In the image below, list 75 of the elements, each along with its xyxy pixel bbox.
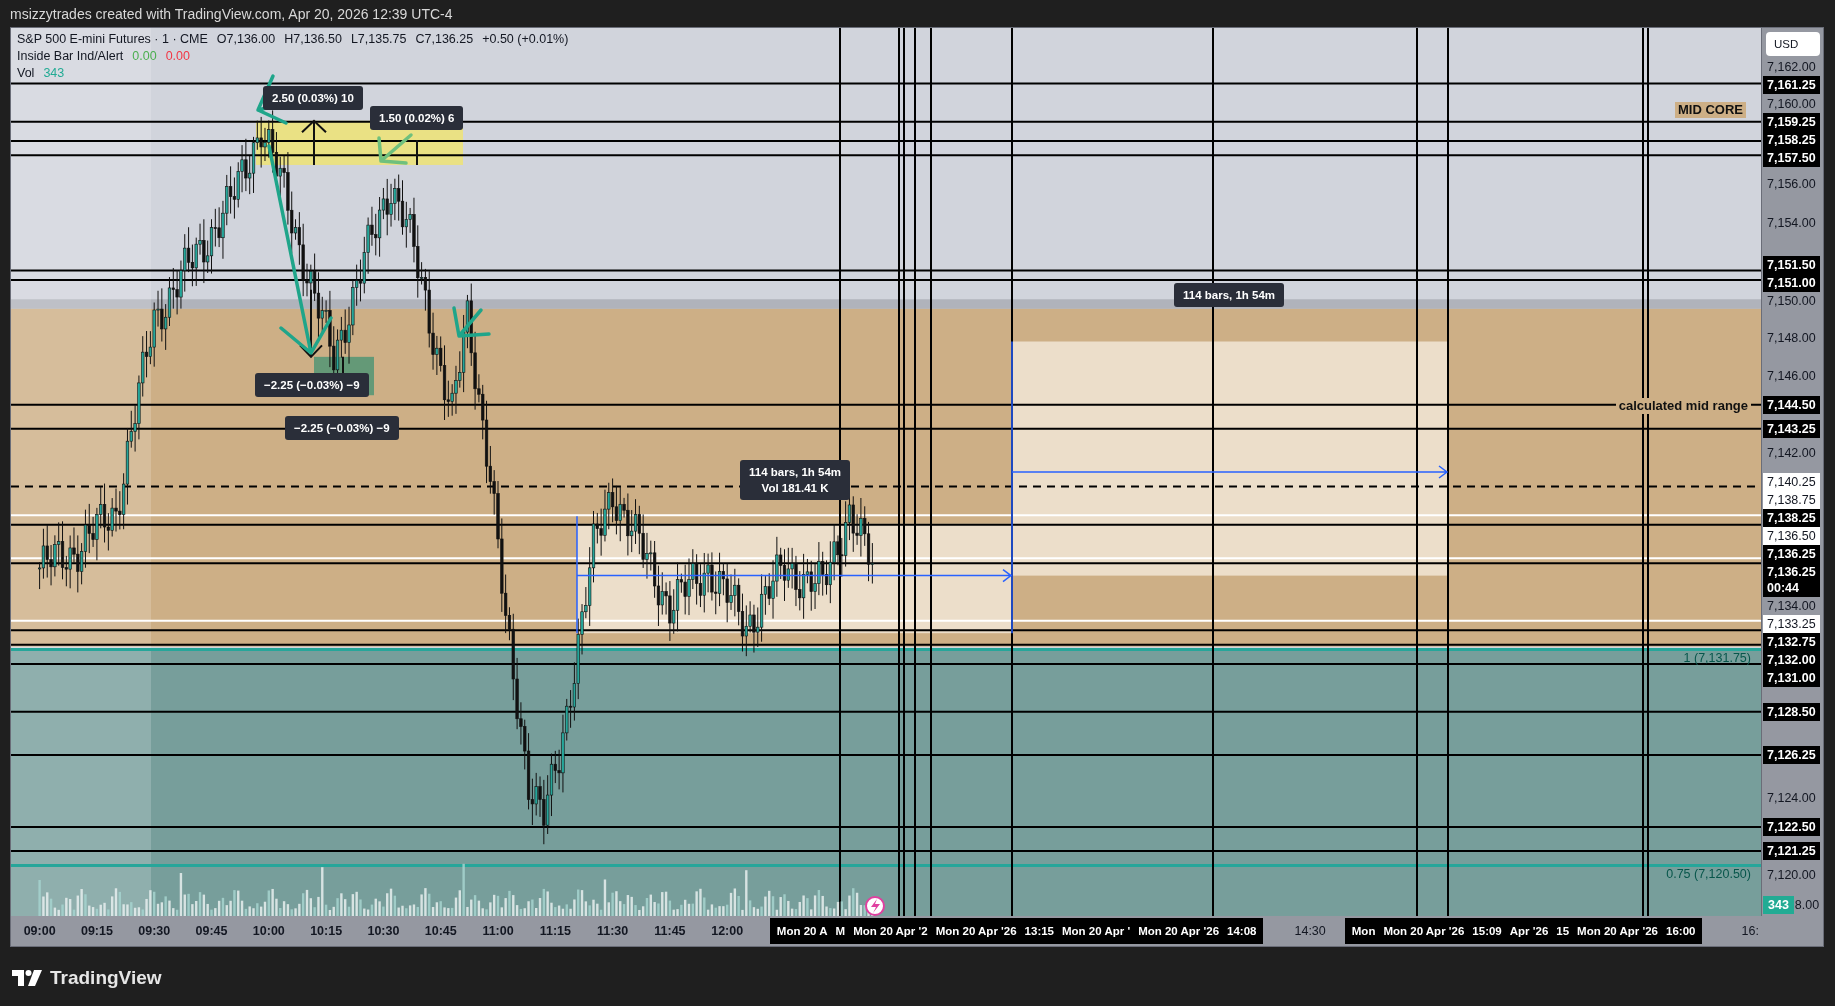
price-label: 7,136.25 00:44 xyxy=(1763,562,1820,597)
down-arrow xyxy=(299,288,323,359)
time-label: 10:00 xyxy=(251,924,286,938)
change-value: +0.50 (+0.01%) xyxy=(482,32,569,47)
measure-tooltip: 2.50 (0.03%) 10 xyxy=(263,86,363,110)
line-label: 1 (7,131.75) xyxy=(1683,650,1751,666)
price-label: 7,148.00 xyxy=(1766,329,1817,347)
volume-label: Vol xyxy=(17,66,35,81)
indicator-value: 0.00 xyxy=(132,49,157,64)
arrow-mark xyxy=(377,133,413,165)
measure-tooltip: −2.25 (−0.03%) −9 xyxy=(255,373,369,397)
time-label: 09:00 xyxy=(22,924,57,938)
measure-tooltip: 114 bars, 1h 54m Vol 181.41 K xyxy=(740,460,851,500)
symbol-title: S&P 500 E-mini Futures · 1 · CME xyxy=(17,32,208,47)
time-label: 11:45 xyxy=(653,924,687,938)
volume-badge: 343 xyxy=(1763,896,1794,914)
price-label: 7,134.00 xyxy=(1766,597,1817,615)
currency-button[interactable]: USD xyxy=(1766,32,1820,56)
price-label: 7,151.00 xyxy=(1763,274,1820,293)
time-cursor-label: Mon Mon 20 Apr '26 15:09 Apr '26 15 Mon 20 Apr '26 16:00 xyxy=(1344,918,1703,944)
price-label: 7,124.00 xyxy=(1766,790,1817,808)
ohlc-value: H7,136.50 xyxy=(284,32,342,47)
attribution-text: msizzytrades created with TradingView.com, Apr 20, 2026 12:39 UTC-4 xyxy=(10,5,453,22)
measure-tooltip: −2.25 (−0.03%) −9 xyxy=(285,416,399,440)
price-label: 7,160.00 xyxy=(1766,96,1817,114)
time-cursor-label: Mon 20 A M Mon 20 Apr '2 Mon 20 Apr '26 13:15 Mon 20 Apr ' Mon 20 Apr '26 14:08 xyxy=(769,918,1264,944)
price-label: 7,120.00 xyxy=(1766,866,1817,884)
indicator-value: 0.00 xyxy=(165,49,190,64)
price-label: 7,143.25 xyxy=(1763,419,1820,438)
price-label: 7,128.50 xyxy=(1763,702,1820,721)
time-label: 11:00 xyxy=(481,924,515,938)
up-arrow xyxy=(301,119,327,166)
line-label: MID CORE xyxy=(1675,102,1746,118)
price-label: 7,122.50 xyxy=(1763,818,1820,836)
indicator-name: Inside Bar Ind/Alert xyxy=(17,49,124,64)
price-label: 7,162.00 xyxy=(1766,59,1817,77)
price-label: 7,140.25 xyxy=(1763,472,1820,491)
ohlc-value: C7,136.25 xyxy=(415,32,474,47)
price-label: 7,144.50 xyxy=(1763,395,1820,414)
price-label: 7,121.25 xyxy=(1763,842,1820,860)
brand-name: TradingView xyxy=(50,967,162,989)
time-label: 10:15 xyxy=(309,924,344,938)
price-label: 7,150.00 xyxy=(1766,293,1817,311)
ohlc-value: L7,135.75 xyxy=(350,32,407,47)
price-label: 7,142.00 xyxy=(1766,444,1817,462)
price-label: 7,154.00 xyxy=(1766,214,1817,232)
time-label: 11:15 xyxy=(538,924,572,938)
price-label: 7,157.50 xyxy=(1763,149,1820,168)
measure-line xyxy=(416,139,418,166)
arrow-mark xyxy=(452,306,491,338)
line-label: calculated mid range xyxy=(1615,398,1751,414)
time-label: 10:45 xyxy=(423,924,458,938)
price-label: 7,161.25 xyxy=(1763,76,1820,95)
price-label: 7,146.00 xyxy=(1766,368,1817,386)
time-label: 09:30 xyxy=(137,924,172,938)
time-label: 10:30 xyxy=(366,924,401,938)
time-label: 09:15 xyxy=(79,924,114,938)
price-label: 7,126.25 xyxy=(1763,746,1820,765)
measure-tooltip: 114 bars, 1h 54m xyxy=(1174,283,1285,307)
price-label: 7,159.25 xyxy=(1763,113,1820,132)
time-label: 11:30 xyxy=(595,924,630,938)
price-label: 7,158.25 xyxy=(1763,131,1820,150)
time-label: 16: xyxy=(1741,924,1759,938)
logo-icon xyxy=(12,970,42,986)
line-label: 0.75 (7,120.50) xyxy=(1666,866,1751,882)
price-label: 8.00 xyxy=(1793,898,1820,912)
volume-value: 343 xyxy=(43,66,65,81)
time-label: 14:30 xyxy=(1293,924,1327,938)
price-label: 7,133.25 xyxy=(1763,614,1820,633)
price-label: 7,156.00 xyxy=(1766,176,1817,194)
time-label: 09:45 xyxy=(194,924,229,938)
time-label: 12:00 xyxy=(710,924,745,938)
measure-tooltip: 1.50 (0.02%) 6 xyxy=(370,106,464,130)
ohlc-value: O7,136.00 xyxy=(216,32,276,47)
price-label: 7,151.50 xyxy=(1763,256,1820,275)
